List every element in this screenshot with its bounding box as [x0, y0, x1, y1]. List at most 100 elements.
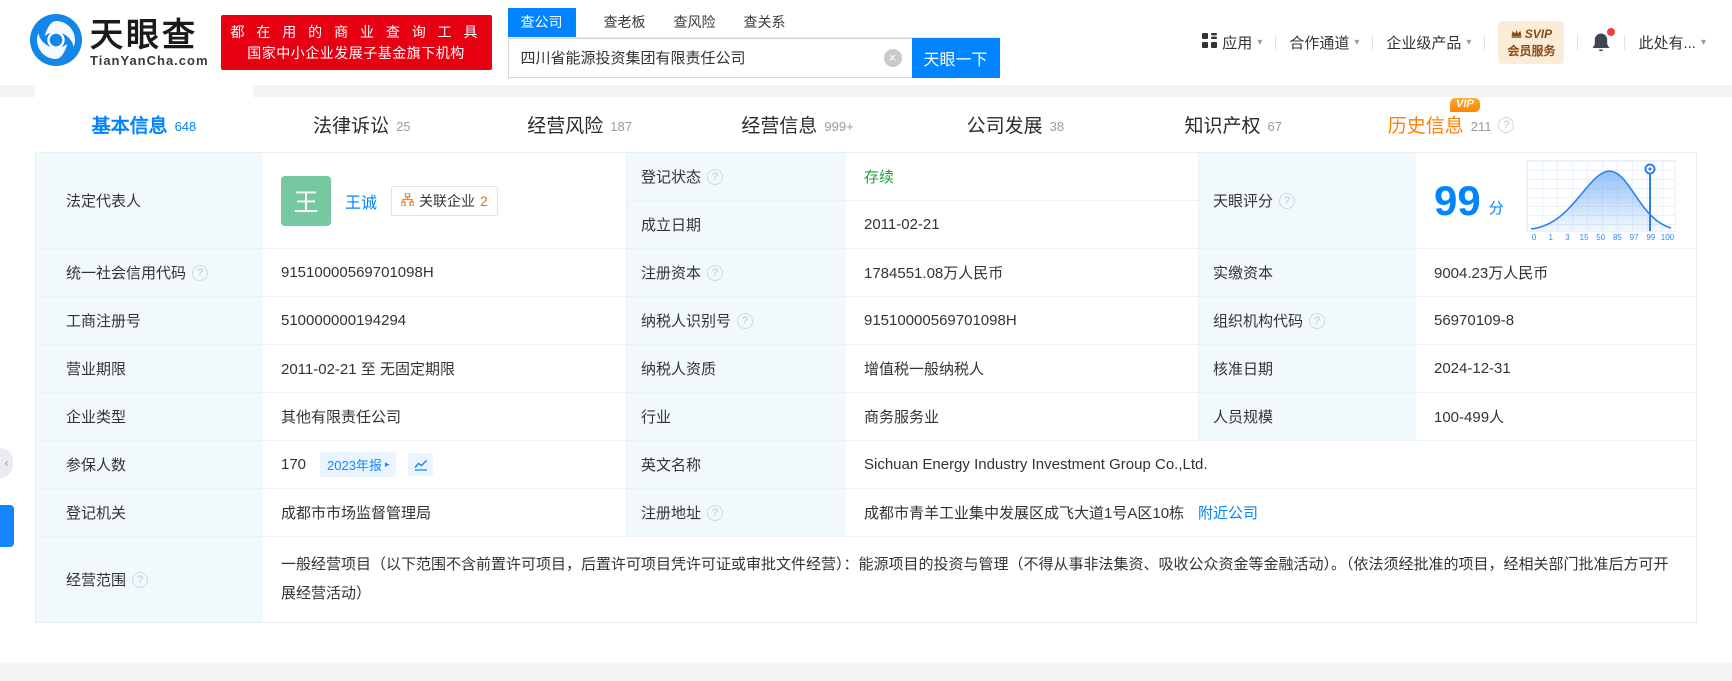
bottom-strip	[0, 663, 1732, 681]
search-tab-risk[interactable]: 查风险	[674, 12, 716, 37]
industry-label: 行业	[627, 393, 846, 441]
taxpayer-id-value: 91510000569701098H	[846, 297, 1199, 345]
help-icon[interactable]: ?	[132, 571, 149, 588]
taxpayer-id-label: 纳税人识别号 ?	[627, 297, 846, 345]
section-tabs: 基本信息 648 法律诉讼 25 经营风险 187 经营信息 999+ 公司发展…	[35, 85, 1560, 152]
nearby-companies-link[interactable]: 附近公司	[1198, 502, 1258, 523]
chevron-down-icon: ▾	[1700, 37, 1706, 48]
org-code-label: 组织机构代码 ?	[1199, 297, 1416, 345]
apps-grid-icon	[1202, 33, 1218, 52]
tab-count: 38	[1049, 118, 1065, 134]
insured-label: 参保人数	[36, 441, 263, 489]
taxpayer-quality-label: 纳税人资质	[627, 345, 846, 393]
tab-count: 67	[1267, 118, 1282, 134]
chevron-down-icon: ▾	[1466, 37, 1472, 48]
reg-authority-value: 成都市市场监督管理局	[263, 489, 627, 537]
score-distribution-chart: 01 3 15 50 85 97 99 100	[1525, 159, 1676, 242]
legal-rep-name-link[interactable]: 王诚	[345, 189, 377, 213]
slogan-line-2: 国家中小企业发展子基金旗下机构	[247, 44, 465, 61]
nav-account-menu[interactable]: 此处有... ▾	[1638, 32, 1706, 53]
tab-label: 历史信息	[1387, 116, 1464, 137]
tab-legal-litigation[interactable]: 法律诉讼 25	[253, 97, 471, 152]
approval-date-label: 核准日期	[1199, 345, 1416, 393]
tab-label: 经营风险	[527, 116, 604, 137]
help-icon[interactable]: ?	[1279, 192, 1296, 209]
sidebar-collapse-handle[interactable]: ‹	[0, 448, 13, 478]
help-icon[interactable]: ?	[192, 264, 209, 281]
notification-bell-button[interactable]	[1591, 27, 1616, 54]
brand-name: 天眼查	[90, 16, 198, 53]
nav-separator	[1624, 35, 1626, 50]
reg-number-label: 工商注册号	[36, 297, 263, 345]
legal-rep-label: 法定代表人	[36, 153, 263, 249]
reg-capital-label: 注册资本 ?	[627, 249, 846, 297]
reg-status-label: 登记状态 ?	[627, 153, 846, 201]
tab-operation-risk[interactable]: 经营风险 187	[471, 97, 689, 152]
nav-enterprise-label: 企业级产品	[1386, 35, 1462, 52]
search-tab-boss[interactable]: 查老板	[604, 12, 646, 37]
notification-dot	[1607, 27, 1616, 36]
status-badge: 存续	[864, 169, 895, 186]
score-number: 99	[1434, 176, 1481, 224]
est-date-label: 成立日期	[627, 201, 846, 249]
tab-history-info[interactable]: 历史信息 VIP 211 ?	[1342, 97, 1560, 152]
nav-separator	[1275, 35, 1277, 50]
search-tabs: 查公司 查老板 查风险 查关系	[507, 7, 1000, 38]
vip-badge: VIP	[1449, 98, 1480, 112]
side-float-widget[interactable]	[0, 505, 14, 547]
help-icon[interactable]: ?	[707, 504, 724, 521]
nav-enterprise[interactable]: 企业级产品 ▾	[1386, 32, 1471, 53]
staff-size-value: 100-499人	[1416, 393, 1696, 441]
reg-address-text: 成都市青羊工业集中发展区成飞大道1号A区10栋	[864, 505, 1185, 522]
tab-business-info[interactable]: 经营信息 999+	[689, 97, 907, 152]
avatar[interactable]: 王	[281, 175, 331, 226]
company-info-table: 法定代表人 王 王诚 关联企业 2 登记状态 ? 存续 成立日期 2011-02…	[35, 152, 1697, 623]
help-icon[interactable]: ?	[1498, 116, 1515, 133]
brand-domain: TianYanCha.com	[90, 53, 209, 68]
related-companies-count: 2	[480, 192, 488, 209]
tab-basic-info[interactable]: 基本信息 648	[35, 85, 253, 152]
insured-value: 170 2023年报 ▸	[263, 441, 627, 489]
tab-label: 知识产权	[1184, 116, 1261, 137]
trend-chart-button[interactable]	[408, 453, 434, 476]
reg-number-value: 510000000194294	[263, 297, 627, 345]
search-tab-company[interactable]: 查公司	[507, 7, 576, 37]
insured-number: 170	[281, 456, 307, 473]
search-tab-relation[interactable]: 查关系	[744, 12, 786, 37]
industry-value: 商务服务业	[846, 393, 1199, 441]
clear-icon[interactable]: ×	[883, 48, 902, 67]
annual-report-badge[interactable]: 2023年报 ▸	[320, 452, 397, 477]
taxpayer-quality-value: 增值税一般纳税人	[846, 345, 1199, 393]
score-value: 99 分 01 3 15 50 85 97 99 100	[1416, 153, 1696, 249]
line-chart-icon	[414, 459, 428, 471]
top-nav: 应用 ▾ 合作通道 ▾ 企业级产品 ▾ SVIP 会员服务 此处有... ▾	[1202, 20, 1706, 65]
reg-status-value: 存续	[846, 153, 1199, 201]
tab-label: 基本信息	[91, 116, 168, 137]
chart-plot-area	[1525, 159, 1676, 232]
est-date-value: 2011-02-21	[846, 201, 1199, 249]
slogan-banner: 都 在 用 的 商 业 查 询 工 具 国家中小企业发展子基金旗下机构	[220, 15, 492, 70]
nav-cooperation[interactable]: 合作通道 ▾	[1289, 32, 1359, 53]
search-input[interactable]	[507, 37, 912, 78]
company-type-value: 其他有限责任公司	[263, 393, 627, 441]
paid-capital-label: 实缴资本	[1199, 249, 1416, 297]
svip-label: SVIP	[1524, 26, 1553, 41]
tianyancha-logo[interactable]: 天眼查 TianYanCha.com	[30, 14, 209, 71]
help-icon[interactable]: ?	[707, 168, 724, 185]
tab-company-development[interactable]: 公司发展 38	[906, 97, 1124, 152]
help-icon[interactable]: ?	[1309, 312, 1326, 329]
related-companies-badge[interactable]: 关联企业 2	[391, 185, 498, 216]
tab-count: 25	[396, 118, 411, 134]
paid-capital-value: 9004.23万人民币	[1416, 249, 1696, 297]
nav-cooperation-label: 合作通道	[1289, 35, 1350, 52]
arrow-right-icon: ▸	[384, 459, 390, 469]
svip-member-button[interactable]: SVIP 会员服务	[1498, 20, 1565, 65]
search-button[interactable]: 天眼一下	[911, 37, 1000, 78]
tab-intellectual-property[interactable]: 知识产权 67	[1124, 97, 1342, 152]
nav-apps[interactable]: 应用 ▾	[1202, 32, 1262, 53]
business-scope-value: 一般经营项目（以下范围不含前置许可项目，后置许可项目凭许可证或审批文件经营）：能…	[281, 556, 1669, 602]
tab-count: 648	[174, 118, 197, 134]
org-chart-icon	[400, 191, 415, 209]
help-icon[interactable]: ?	[707, 264, 724, 281]
help-icon[interactable]: ?	[737, 312, 754, 329]
